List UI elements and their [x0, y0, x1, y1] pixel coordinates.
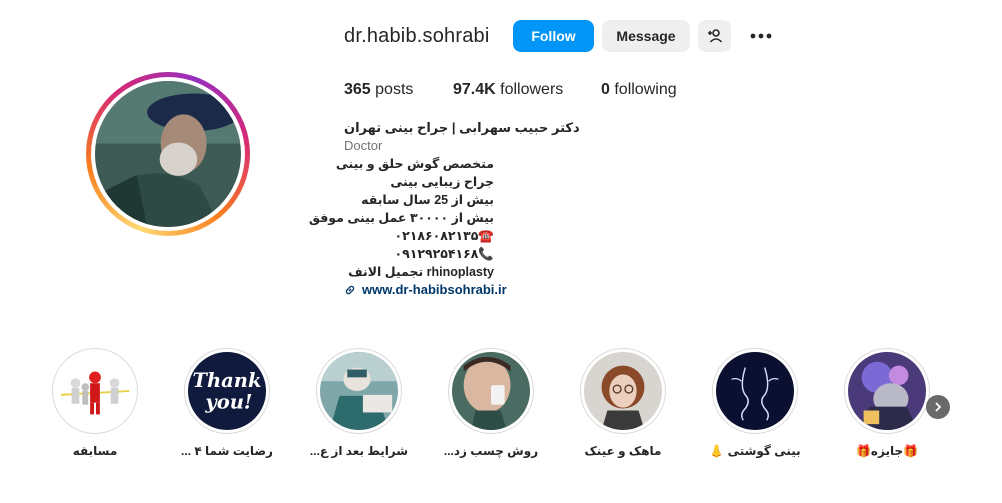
- highlight-cover: [844, 348, 930, 434]
- following-label: following: [609, 81, 677, 98]
- thank-you-icon: Thank you!: [188, 352, 266, 430]
- bio-text: متخصص گوش حلق و بینی جراح زیبایی بینی بی…: [308, 155, 494, 281]
- bio-line: 📞۰۹۱۲۹۲۵۴۱۶۸: [394, 247, 494, 261]
- highlight-item[interactable]: مسابقه: [45, 348, 145, 458]
- profile-username: dr.habib.sohrabi: [344, 25, 490, 47]
- profile-avatar[interactable]: [86, 72, 250, 236]
- bio-line: rhinoplasty تجمیل الانف: [348, 265, 494, 279]
- chevron-right-icon: [935, 402, 942, 412]
- highlight-item[interactable]: ماهک و عینک: [573, 348, 673, 458]
- following-stat[interactable]: 0 following: [601, 81, 677, 99]
- more-options-button[interactable]: [746, 20, 776, 52]
- gift-photo-icon: [848, 352, 926, 430]
- svg-text:you!: you!: [204, 391, 252, 414]
- svg-text:Thank: Thank: [192, 369, 261, 392]
- highlight-label: رضایت شما ۴ ...: [181, 444, 273, 458]
- highlight-item[interactable]: 🎁جایزه🎁: [837, 348, 937, 458]
- more-icon: [750, 33, 772, 39]
- link-icon: [345, 285, 355, 294]
- highlight-item[interactable]: شرایط بعد از ع...: [309, 348, 409, 458]
- followers-stat[interactable]: 97.4K followers: [453, 81, 563, 99]
- highlight-cover: [712, 348, 798, 434]
- highlights-next-button[interactable]: [926, 395, 950, 419]
- avatar-photo-graphic: [95, 81, 241, 227]
- bio-link-text: www.dr-habibsohrabi.ir: [362, 282, 507, 297]
- follow-button[interactable]: Follow: [513, 20, 594, 52]
- nose-drawing-icon: [716, 352, 794, 430]
- highlight-cover: [52, 348, 138, 434]
- highlight-cover: Thank you!: [184, 348, 270, 434]
- add-user-icon: [707, 29, 722, 43]
- surgery-icon: [320, 352, 398, 430]
- highlight-cover: [448, 348, 534, 434]
- highlight-label: روش چسب زد...: [443, 444, 539, 458]
- bio-line: ☎️۰۲۱۸۶۰۸۲۱۳۵: [394, 229, 494, 243]
- race-winner-icon: [56, 352, 134, 430]
- bio-line: متخصص گوش حلق و بینی: [335, 157, 494, 171]
- message-button[interactable]: Message: [602, 20, 690, 52]
- following-count: 0: [601, 81, 610, 98]
- bio-website-link[interactable]: www.dr-habibsohrabi.ir: [344, 282, 507, 297]
- followers-label: followers: [495, 81, 564, 98]
- bio-full-name: دکتر حبیب سهرابی | جراح بینی تهران: [344, 120, 580, 135]
- highlight-label: مسابقه: [72, 444, 118, 458]
- posts-stat: 365 posts: [344, 81, 413, 99]
- bio-line: بیش از 25 سال سابقه: [361, 193, 494, 207]
- highlight-label: 🎁جایزه🎁: [855, 444, 919, 458]
- highlight-label: ماهک و عینک: [584, 444, 662, 458]
- bio-line: جراح زیبایی بینی: [390, 175, 494, 189]
- highlight-label: بینی گوشتی 👃: [709, 444, 801, 458]
- followers-count: 97.4K: [453, 81, 496, 98]
- avatar-photo: [95, 81, 241, 227]
- suggest-user-button[interactable]: [698, 20, 731, 52]
- girl-glasses-icon: [584, 352, 662, 430]
- nose-tape-icon: [452, 352, 530, 430]
- bio-line: بیش از ۳۰۰۰۰ عمل بینی موفق: [308, 211, 494, 225]
- highlight-item[interactable]: Thank you! رضایت شما ۴ ...: [177, 348, 277, 458]
- highlight-item[interactable]: روش چسب زد...: [441, 348, 541, 458]
- highlight-item[interactable]: بینی گوشتی 👃: [705, 348, 805, 458]
- bio-category: Doctor: [344, 138, 383, 153]
- avatar-border: [91, 77, 245, 231]
- highlight-cover: [316, 348, 402, 434]
- posts-count: 365: [344, 81, 371, 98]
- highlight-label: شرایط بعد از ع...: [309, 444, 409, 458]
- highlight-cover: [580, 348, 666, 434]
- posts-label: posts: [370, 81, 414, 98]
- story-highlights: مسابقه Thank you! رضایت شما ۴ ... شرایط …: [52, 348, 960, 468]
